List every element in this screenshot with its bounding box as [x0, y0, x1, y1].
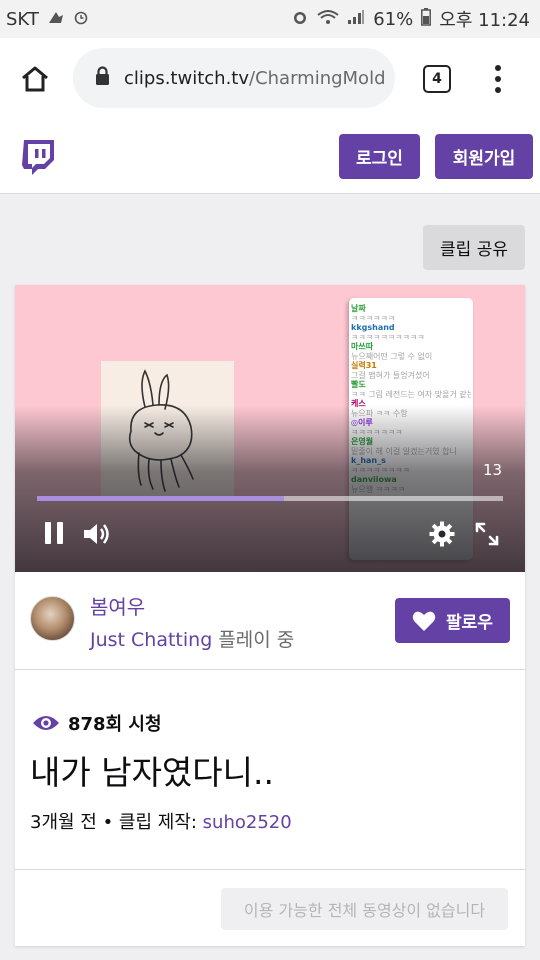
wifi-icon [317, 9, 339, 29]
battery-icon [421, 8, 432, 30]
game-link[interactable]: Just Chatting [90, 629, 212, 651]
menu-icon-dot [495, 76, 501, 82]
menu-icon-dot [495, 65, 501, 71]
chat-message: ㅋㅋ 그림 레전드는 여자 맞을거 같는 [351, 390, 471, 399]
url-domain: clips.twitch.tv [124, 67, 249, 89]
fullscreen-icon [475, 522, 499, 546]
login-button[interactable]: 로그인 [339, 134, 420, 179]
twitch-logo[interactable] [20, 138, 56, 180]
tabs-button[interactable]: 4 [423, 65, 451, 93]
avatar[interactable] [30, 596, 75, 641]
status-left: SKT [6, 9, 89, 30]
battery-percent: 61% [373, 8, 414, 30]
progress-bar[interactable] [37, 496, 503, 501]
menu-icon-dot [495, 87, 501, 93]
clip-info: 878회 시청 내가 남자였다니.. 3개월 전 • 클립 제작: suho25… [15, 670, 525, 870]
lock-icon [95, 66, 110, 90]
eye-icon [33, 716, 59, 730]
home-button[interactable] [0, 38, 70, 120]
channel-name-link[interactable]: 봄여우 [90, 591, 145, 620]
chat-message: ㅋㅋㅋㅋㅋㅋ [351, 314, 396, 323]
progress-fill [37, 496, 284, 501]
time-remaining: 13 [483, 461, 503, 479]
fullscreen-button[interactable] [474, 521, 500, 551]
chat-username: 빨도 [351, 380, 366, 389]
clip-card: 날짜 ㅋㅋㅋㅋㅋㅋ kkgshand ㅋㅋㅋㅋㅋㅋㅋㅋㅋㅋ 마쓰따 뉴으째어떤 그렇 수 … [15, 285, 525, 946]
playing-suffix: 플레이 중 [218, 629, 295, 651]
clip-title: 내가 남자였다니.. [30, 753, 274, 792]
browser-toolbar: clips.twitch.tv/CharmingMold 4 [0, 38, 540, 120]
pause-button[interactable] [43, 521, 65, 549]
chat-message: ㅋㅋㅋㅋㅋㅋㅋㅋㅋㅋ [351, 333, 425, 342]
view-count-text: 878회 시청 [68, 714, 162, 735]
chat-username: kkgshand [351, 323, 395, 332]
gear-icon [429, 521, 455, 547]
view-count: 878회 시청 [32, 710, 162, 736]
tab-count: 4 [432, 71, 442, 87]
site-header: 로그인 회원가입 [0, 120, 540, 194]
carrier-label: SKT [6, 8, 39, 30]
follow-label: 팔로우 [446, 613, 493, 633]
status-right: 61% 오후 11:24 [291, 6, 530, 32]
signal-icon [347, 9, 365, 29]
pause-icon [45, 522, 63, 544]
channel-playing: Just Chatting 플레이 중 [90, 625, 294, 652]
signup-button[interactable]: 회원가입 [435, 134, 533, 179]
chat-message: 뉴으째어떤 그렇 수 없이 [351, 352, 433, 361]
share-clip-button[interactable]: 클립 공유 [423, 225, 525, 270]
menu-button[interactable] [488, 63, 508, 95]
status-bar: SKT 61% 오후 11:24 [0, 0, 540, 38]
full-video-unavailable-button: 이용 가능한 전체 동영상이 없습니다 [221, 888, 508, 930]
notification-icon [47, 9, 65, 29]
settings-button[interactable] [429, 521, 455, 551]
channel-info-row: 봄여우 Just Chatting 플레이 중 팔로우 [15, 572, 525, 670]
chat-username: 실력31 [351, 361, 377, 370]
alarm-set-icon [291, 8, 309, 30]
heart-icon [412, 611, 436, 631]
clip-meta: 3개월 전 • 클립 제작: suho2520 [30, 808, 292, 834]
clock-time: 오후 11:24 [439, 10, 530, 31]
alarm-icon [73, 9, 89, 29]
follow-button[interactable]: 팔로우 [395, 598, 510, 643]
clip-creator-link[interactable]: suho2520 [203, 812, 292, 833]
volume-button[interactable] [82, 521, 112, 551]
chat-username: 날짜 [351, 304, 366, 313]
address-bar[interactable]: clips.twitch.tv/CharmingMold [73, 48, 395, 108]
clip-meta-prefix: 3개월 전 • 클립 제작: [30, 812, 203, 833]
chat-message: 그걸 맵혀가 들엉겨셨어 [351, 371, 430, 380]
chat-username: 마쓰따 [351, 342, 374, 351]
volume-icon [84, 524, 109, 544]
video-player[interactable]: 날짜 ㅋㅋㅋㅋㅋㅋ kkgshand ㅋㅋㅋㅋㅋㅋㅋㅋㅋㅋ 마쓰따 뉴으째어떤 그렇 수 … [15, 285, 525, 572]
url-path: /CharmingMold [249, 67, 386, 89]
home-icon [22, 66, 48, 92]
